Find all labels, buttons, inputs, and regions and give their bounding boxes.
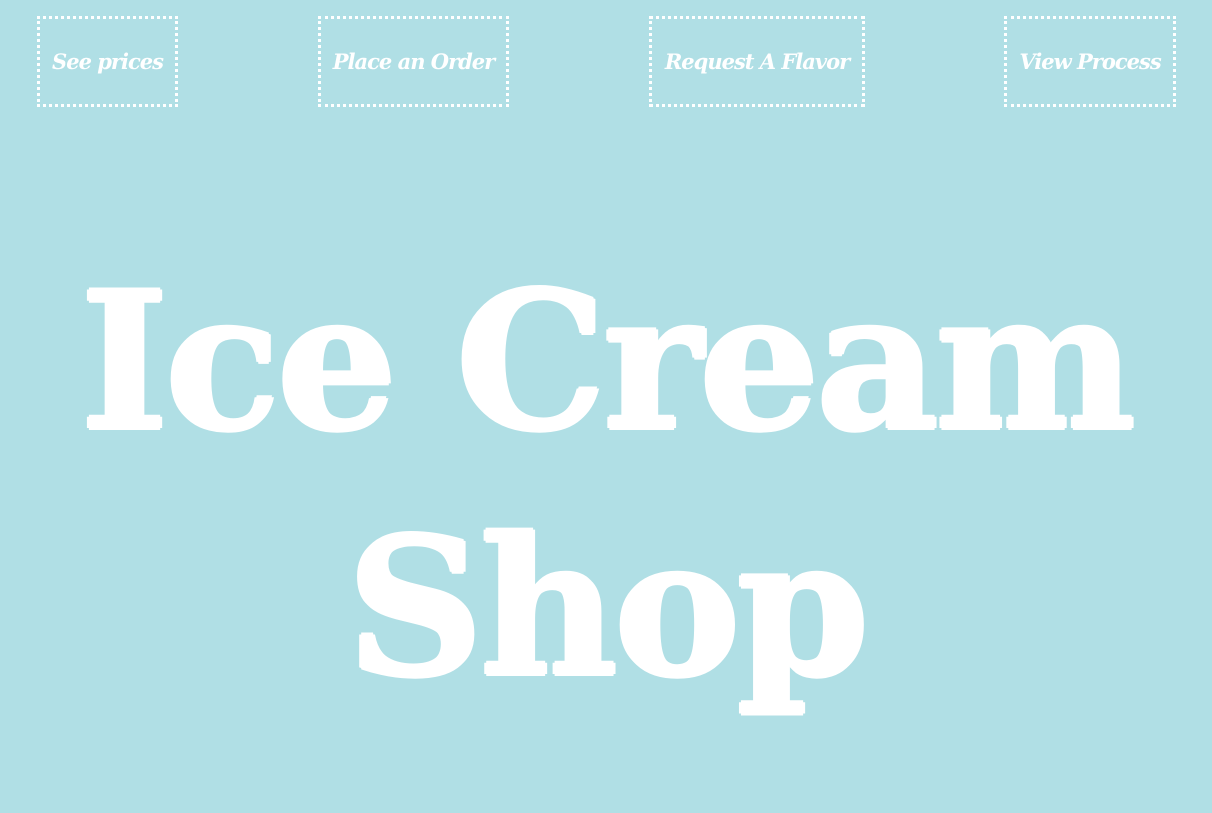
place-order-button[interactable]: Place an Order (318, 16, 509, 107)
hero-title-line-2: Shop (346, 496, 870, 719)
view-process-button[interactable]: View Process (1004, 16, 1176, 107)
see-prices-button[interactable]: See prices (37, 16, 178, 107)
request-flavor-button[interactable]: Request A Flavor (649, 16, 865, 107)
hero-title-line-1: Ice Cream (80, 250, 1136, 473)
